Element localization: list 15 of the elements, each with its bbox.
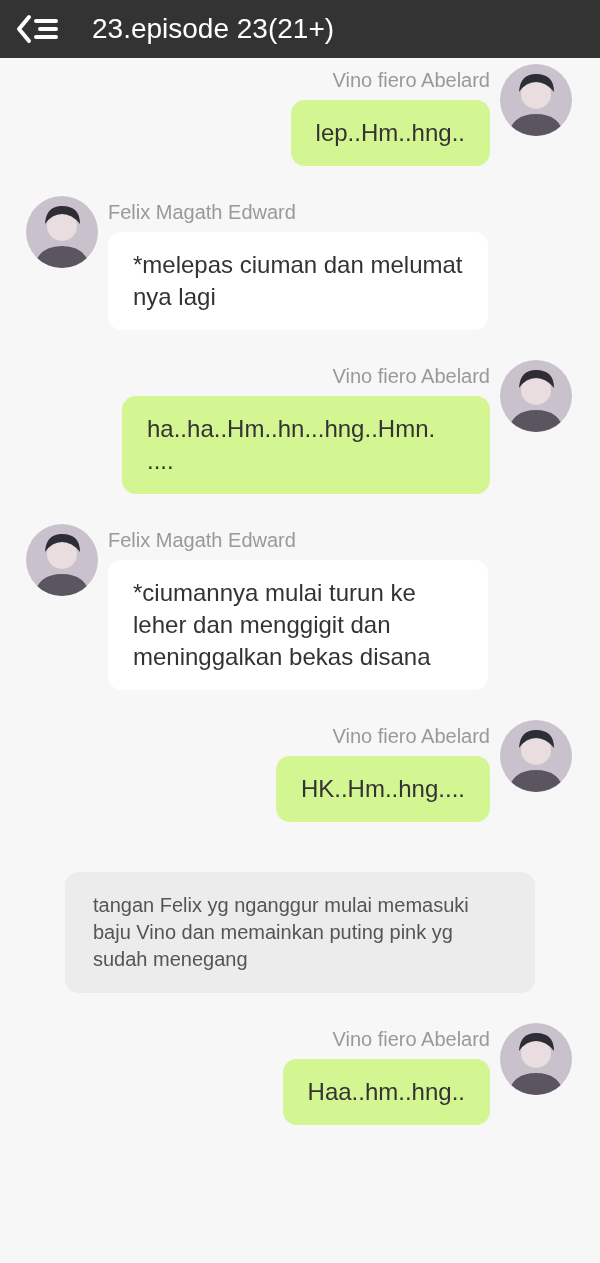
back-menu-icon[interactable] [16, 14, 60, 44]
sender-name: Vino fiero Abelard [332, 364, 490, 388]
message-bubble: *ciumannya mulai turun ke leher dan menggigit dan meninggalkan bekas disana [108, 560, 488, 690]
sender-name: Felix Magath Edward [108, 200, 296, 224]
narration-text: tangan Felix yg nganggur mulai memasuki baju Vino dan memainkan puting pink yg sudah menegang [65, 872, 535, 993]
sender-name: Vino fiero Abelard [332, 1027, 490, 1051]
message-bubble: Haa..hm..hng.. [282, 1059, 490, 1125]
sender-name: Vino fiero Abelard [332, 68, 490, 92]
message-bubble: lep..Hm..hng.. [290, 100, 490, 166]
sender-name: Vino fiero Abelard [332, 724, 490, 748]
message-bubble: ha..ha..Hm..hn...hng..Hmn. .... [122, 396, 490, 494]
message-bubble: *melepas ciuman dan melumat nya lagi [108, 232, 488, 330]
sender-name: Felix Magath Edward [108, 528, 296, 552]
message-bubble: HK..Hm..hng.... [275, 756, 490, 822]
episode-title: 23.episode 23(21+) [92, 13, 335, 45]
